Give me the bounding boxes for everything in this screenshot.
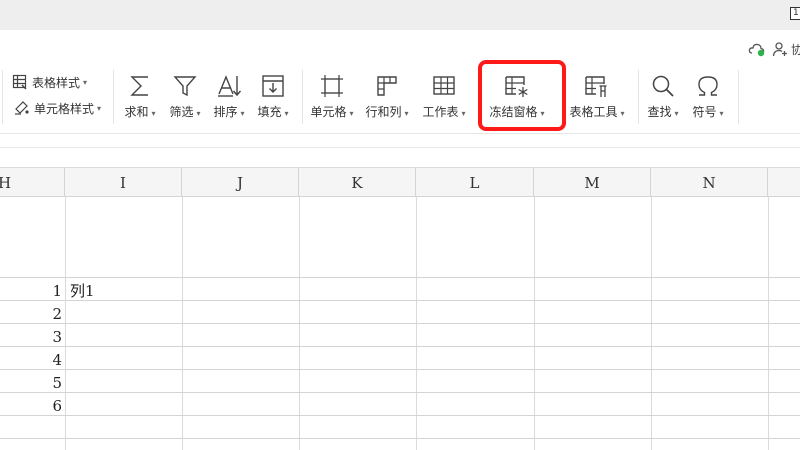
cell-h3[interactable]: 3 xyxy=(0,326,62,348)
chevron-down-icon: ▾ xyxy=(719,109,724,118)
column-header-row: H I J K L M N xyxy=(0,168,800,197)
table-tools-button[interactable]: 表格工具 ▾ xyxy=(566,72,628,124)
symbol-button[interactable]: 符号 ▾ xyxy=(688,72,728,124)
column-header-h[interactable]: H xyxy=(0,168,65,197)
sum-button[interactable]: 求和 ▾ xyxy=(121,72,159,124)
filter-button[interactable]: 筛选 ▾ xyxy=(166,72,204,124)
highlight-box xyxy=(478,60,566,131)
grid-row-line xyxy=(0,346,800,347)
table-style-button[interactable]: 表格样式 ▾ xyxy=(12,72,87,92)
search-icon xyxy=(652,75,674,97)
cell-button[interactable]: 单元格 ▾ xyxy=(309,72,355,124)
fill-button[interactable]: 填充 ▾ xyxy=(254,72,292,124)
cell-h5[interactable]: 5 xyxy=(0,372,62,394)
collaborate-label[interactable]: 协 xyxy=(791,41,800,58)
grid-row-line xyxy=(0,438,800,439)
chevron-down-icon: ▾ xyxy=(97,103,102,113)
grid-row-line xyxy=(0,369,800,370)
chevron-down-icon: ▾ xyxy=(151,109,156,118)
formula-bar[interactable] xyxy=(0,147,800,168)
sort-label: 排序 xyxy=(213,105,238,119)
column-header-o[interactable] xyxy=(768,168,800,197)
omega-icon xyxy=(698,76,718,96)
chevron-down-icon: ▾ xyxy=(284,109,289,118)
fill-icon xyxy=(262,75,284,97)
chevron-down-icon: ▾ xyxy=(196,109,201,118)
worksheet-button[interactable]: 工作表 ▾ xyxy=(420,72,468,124)
cell-h1[interactable]: 1 xyxy=(0,280,62,302)
grid-row-line xyxy=(0,277,800,278)
spreadsheet-grid[interactable]: 1 列1 2 3 4 5 6 xyxy=(0,197,800,450)
column-header-i[interactable]: I xyxy=(65,168,182,197)
row-column-icon xyxy=(377,76,397,96)
ribbon-separator xyxy=(638,70,639,124)
chevron-down-icon: ▾ xyxy=(461,109,466,118)
column-header-n[interactable]: N xyxy=(651,168,768,197)
ribbon-separator xyxy=(113,70,114,124)
table-style-label: 表格样式 xyxy=(32,75,81,90)
chevron-down-icon: ▾ xyxy=(349,109,354,118)
chevron-down-icon: ▾ xyxy=(620,109,625,118)
chevron-down-icon: ▾ xyxy=(240,109,245,118)
find-button[interactable]: 查找 ▾ xyxy=(643,72,683,124)
grid-row-line xyxy=(0,300,800,301)
row-column-button[interactable]: 行和列 ▾ xyxy=(363,72,411,124)
cloud-sync-icon[interactable] xyxy=(748,41,766,57)
table-tools-icon xyxy=(585,76,607,97)
row-column-label: 行和列 xyxy=(365,105,402,119)
cell-style-button[interactable]: 单元格样式 ▾ xyxy=(14,98,101,118)
column-header-l[interactable]: L xyxy=(416,168,534,197)
collab-row: 协 xyxy=(0,30,800,66)
symbol-label: 符号 xyxy=(692,105,717,119)
chevron-down-icon: ▾ xyxy=(404,109,409,118)
grid-row-line xyxy=(0,392,800,393)
ribbon-separator xyxy=(302,70,303,124)
title-bar: 1 xyxy=(0,0,800,30)
filter-icon xyxy=(173,76,197,97)
table-style-icon xyxy=(12,74,27,90)
sum-label: 求和 xyxy=(124,105,149,119)
column-header-k[interactable]: K xyxy=(299,168,416,197)
cell-h6[interactable]: 6 xyxy=(0,395,62,417)
sort-icon xyxy=(218,75,242,97)
worksheet-label: 工作表 xyxy=(422,105,459,119)
ribbon-separator xyxy=(2,70,3,124)
column-header-j[interactable]: J xyxy=(182,168,299,197)
cell-h4[interactable]: 4 xyxy=(0,349,62,371)
worksheet-icon xyxy=(433,76,455,95)
chevron-down-icon: ▾ xyxy=(674,109,679,118)
sigma-icon xyxy=(130,76,148,96)
grid-row-line xyxy=(0,415,800,416)
cell-icon xyxy=(321,75,343,97)
sort-button[interactable]: 排序 ▾ xyxy=(210,72,248,124)
table-tools-label: 表格工具 xyxy=(569,105,618,119)
cell-h2[interactable]: 2 xyxy=(0,303,62,325)
collaborate-icon[interactable] xyxy=(772,41,788,57)
grid-row-line xyxy=(0,323,800,324)
ribbon-separator xyxy=(738,70,739,124)
column-header-m[interactable]: M xyxy=(534,168,651,197)
cell-style-icon xyxy=(15,101,29,115)
cell-label: 单元格 xyxy=(310,105,347,119)
find-label: 查找 xyxy=(647,105,672,119)
cell-style-label: 单元格样式 xyxy=(34,101,95,116)
cell-i1[interactable]: 列1 xyxy=(70,280,95,302)
chevron-down-icon: ▾ xyxy=(83,77,88,87)
ribbon-toolbar: 表格样式 ▾ 单元格样式 ▾ 求和 ▾ 筛选 ▾ 排序 ▾ 填充 ▾ 单元格 ▾… xyxy=(0,66,800,134)
window-restore-button[interactable]: 1 xyxy=(790,7,800,20)
fill-label: 填充 xyxy=(257,105,282,119)
ribbon-spacer xyxy=(0,135,800,147)
filter-label: 筛选 xyxy=(169,105,194,119)
